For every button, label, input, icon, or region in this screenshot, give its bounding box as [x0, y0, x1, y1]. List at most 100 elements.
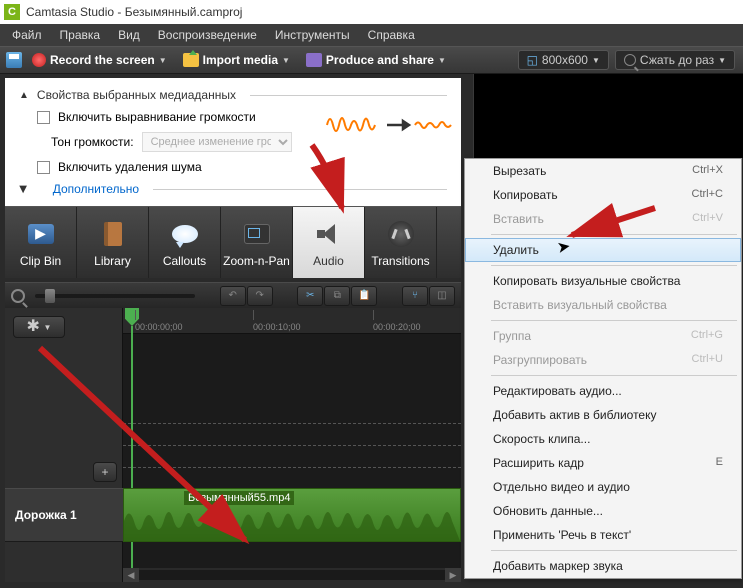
tool-tabs: ▶ Clip Bin Library Callouts Zoom-n-Pan A…	[5, 206, 461, 278]
shrink-selector[interactable]: Сжать до раз ▼	[615, 50, 735, 70]
shrink-label: Сжать до раз	[640, 53, 714, 67]
context-menu-item[interactable]: Добавить актив в библиотеку	[465, 403, 741, 427]
timeline-ruler[interactable]: 00:00:00;00 00:00:10;00 00:00:20;00	[123, 308, 461, 334]
undo-button[interactable]: ↶	[220, 286, 246, 306]
zoompan-icon	[244, 224, 270, 244]
chevron-down-icon: ▼	[282, 56, 290, 65]
produce-button[interactable]: Produce and share ▼	[300, 51, 452, 69]
context-menu-item: Вставить визуальный свойства	[465, 293, 741, 317]
expand-icon[interactable]: ▶	[17, 185, 28, 193]
tab-transitions[interactable]: Transitions	[365, 207, 437, 278]
context-menu-item[interactable]: Обновить данные...	[465, 499, 741, 523]
menu-item-label: Редактировать аудио...	[493, 384, 622, 398]
annotation-waveform	[325, 110, 465, 140]
speaker-icon	[315, 220, 343, 248]
media-clip[interactable]: 100 % Безымянный55.mp4	[123, 488, 461, 542]
volume-align-checkbox[interactable]	[37, 111, 50, 124]
properties-panel: ▲ Свойства выбранных медиаданных Включит…	[5, 78, 461, 206]
menu-item-shortcut: E	[716, 456, 723, 470]
track-label[interactable]: Дорожка 1	[5, 488, 123, 542]
slider-thumb[interactable]	[45, 289, 55, 303]
tab-callouts[interactable]: Callouts	[149, 207, 221, 278]
context-menu-item[interactable]: Скорость клипа...	[465, 427, 741, 451]
menu-item-label: Удалить	[493, 243, 539, 257]
volume-tone-select[interactable]: Среднее изменение гро	[142, 132, 292, 152]
menu-item-shortcut: Ctrl+C	[692, 188, 723, 202]
dimension-label: 800x600	[542, 53, 588, 67]
import-button[interactable]: Import media ▼	[177, 51, 296, 69]
clip-waveform	[124, 501, 460, 541]
menu-separator	[491, 265, 737, 266]
noise-removal-checkbox[interactable]	[37, 161, 50, 174]
menu-view[interactable]: Вид	[110, 26, 148, 44]
produce-label: Produce and share	[326, 53, 434, 67]
search-icon	[624, 54, 636, 66]
timeline-toolbar: ↶ ↷ ✂ ⧉ 📋 ⑂ ◫	[5, 282, 461, 308]
context-menu-item[interactable]: ВырезатьCtrl+X	[465, 159, 741, 183]
context-menu-item[interactable]: Отдельно видео и аудио	[465, 475, 741, 499]
context-menu-item: Разгруппировать Ctrl+U	[465, 348, 741, 372]
track-headers: ▼ + Дорожка 1	[5, 308, 123, 582]
import-icon	[183, 53, 199, 67]
chevron-down-icon: ▼	[159, 56, 167, 65]
context-menu-item[interactable]: Копировать Ctrl+C	[465, 183, 741, 207]
menu-item-label: Группа	[493, 329, 531, 343]
record-button[interactable]: Record the screen ▼	[26, 51, 173, 69]
scroll-left-button[interactable]: ◀	[123, 568, 139, 582]
timeline-settings[interactable]: ▼	[13, 316, 65, 338]
timeline-content[interactable]: 00:00:00;00 00:00:10;00 00:00:20;00 100 …	[123, 308, 461, 582]
tab-zoompan[interactable]: Zoom-n-Pan	[221, 207, 293, 278]
noise-removal-label: Включить удаления шума	[58, 160, 202, 174]
record-icon	[32, 53, 46, 67]
add-track-button[interactable]: +	[93, 462, 117, 482]
context-menu-item[interactable]: Расширить кадрE	[465, 451, 741, 475]
menu-item-shortcut: Ctrl+X	[692, 164, 723, 178]
menu-edit[interactable]: Правка	[52, 26, 109, 44]
context-menu-item[interactable]: Редактировать аудио...	[465, 379, 741, 403]
cut-button[interactable]: ✂	[297, 286, 323, 306]
tab-clipbin[interactable]: ▶ Clip Bin	[5, 207, 77, 278]
zoom-icon[interactable]	[11, 289, 25, 303]
clipbin-icon: ▶	[28, 224, 54, 244]
tool-button[interactable]: ◫	[429, 286, 455, 306]
paste-button[interactable]: 📋	[351, 286, 377, 306]
callout-icon	[172, 225, 198, 243]
scroll-track[interactable]	[139, 570, 445, 580]
ruler-tick: 00:00:00;00	[135, 322, 183, 332]
menu-play[interactable]: Воспроизведение	[150, 26, 265, 44]
preview-area	[473, 74, 743, 158]
tab-label: Audio	[313, 254, 344, 268]
context-menu-item[interactable]: Применить 'Речь в текст'	[465, 523, 741, 547]
additional-link[interactable]: Дополнительно	[53, 182, 139, 196]
tab-label: Callouts	[163, 254, 206, 268]
context-menu-item[interactable]: Копировать визуальные свойства	[465, 269, 741, 293]
chevron-down-icon: ▼	[438, 56, 446, 65]
menu-item-label: Обновить данные...	[493, 504, 603, 518]
menu-separator	[491, 550, 737, 551]
menu-file[interactable]: Файл	[4, 26, 50, 44]
redo-button[interactable]: ↷	[247, 286, 273, 306]
produce-icon	[306, 53, 322, 67]
context-menu-item[interactable]: Добавить маркер звука	[465, 554, 741, 578]
tab-audio[interactable]: Audio	[293, 207, 365, 278]
menu-item-label: Добавить актив в библиотеку	[493, 408, 657, 422]
menu-item-label: Копировать	[493, 188, 558, 202]
menu-tools[interactable]: Инструменты	[267, 26, 358, 44]
tab-library[interactable]: Library	[77, 207, 149, 278]
menu-item-shortcut: Ctrl+U	[692, 353, 723, 367]
menubar: Файл Правка Вид Воспроизведение Инструме…	[0, 24, 743, 46]
scroll-right-button[interactable]: ▶	[445, 568, 461, 582]
menu-help[interactable]: Справка	[360, 26, 423, 44]
chevron-down-icon: ▼	[592, 56, 600, 65]
menu-item-label: Добавить маркер звука	[493, 559, 623, 573]
menu-item-label: Разгруппировать	[493, 353, 587, 367]
zoom-slider[interactable]	[35, 294, 195, 298]
timeline-scrollbar[interactable]: ◀ ▶	[123, 568, 461, 582]
context-menu-item[interactable]: Удалить	[465, 238, 741, 262]
split-button[interactable]: ⑂	[402, 286, 428, 306]
collapse-icon[interactable]: ▲	[19, 90, 29, 101]
copy-button[interactable]: ⧉	[324, 286, 350, 306]
menu-item-shortcut: Ctrl+G	[691, 329, 723, 343]
save-icon[interactable]	[6, 52, 22, 68]
dimension-selector[interactable]: ◱ 800x600 ▼	[518, 50, 609, 70]
